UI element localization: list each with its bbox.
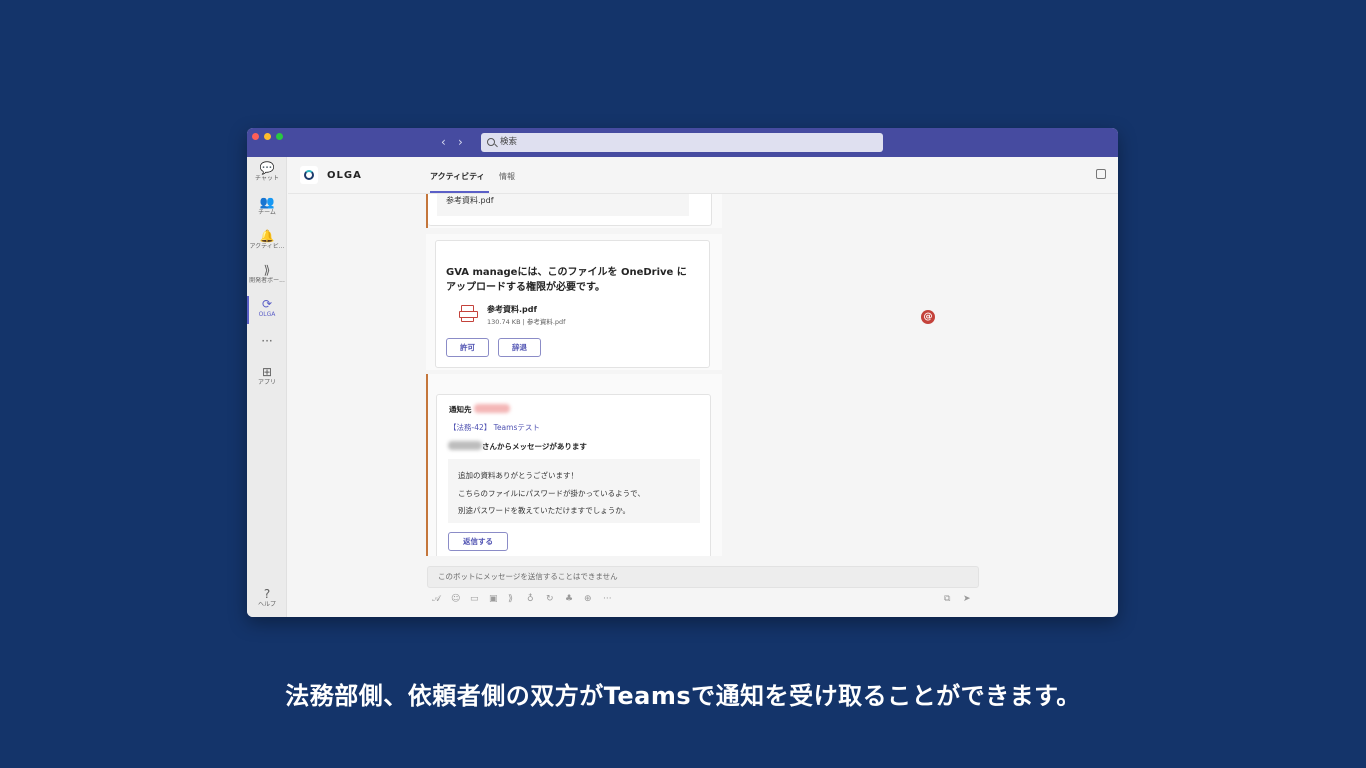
previous-file-attachment[interactable]: 参考資料.pdf [437,194,689,216]
notify-to-label: 通知先 [449,405,472,414]
permission-title-line1: GVA manageには、このファイルを OneDrive に [446,267,687,278]
more-options-icon[interactable]: ··· [603,594,612,604]
mention-badge: @ [921,310,935,324]
file-meta: 130.74 KB | 参考資料.pdf [487,318,566,326]
active-tab-indicator [430,191,489,193]
minimize-window-button[interactable] [264,133,271,140]
compose-box: このボットにメッセージを送信することはできません [427,566,979,588]
rail-item-label: 開発者ポー... [249,277,285,284]
close-window-button[interactable] [252,133,259,140]
app-name: OLGA [327,170,362,181]
pdf-file-icon [459,305,478,322]
quote-line: こちらのファイルにパスワードが掛かっているようで、 [458,488,645,498]
rail-item-apps[interactable]: ⊞ アプリ [247,366,287,387]
rail-item-label: ヘルプ [257,601,276,608]
rail-item-teams[interactable]: 👥 チーム [247,196,287,217]
permission-title: GVA manageには、このファイルを OneDrive に アップロードする… [446,265,701,295]
rail-item-chat[interactable]: 💬 チャット [247,162,287,183]
emoji-icon[interactable]: ☺ [451,594,460,604]
compose-placeholder: このボットにメッセージを送信することはできません [438,572,618,581]
send-icon[interactable]: ➤ [963,594,971,604]
rail-item-olga[interactable]: ⟳ OLGA [247,296,287,324]
loop-icon[interactable]: ↻ [546,594,554,604]
rail-item-label: アクティビ... [249,243,285,250]
permission-title-line2: アップロードする権限が必要です。 [446,282,605,293]
decline-button[interactable]: 辞退 [498,338,541,357]
attach-icon[interactable]: ⟫ [508,594,513,604]
quoted-message: 追加の資料ありがとうございます！ こちらのファイルにパスワードが掛かっているよう… [448,459,700,523]
chat-icon: 💬 [259,161,275,175]
sticker-icon[interactable]: ▣ [489,594,498,604]
apps-toolbar-icon[interactable]: ⊕ [584,594,592,604]
developer-portal-icon: ⟫ [263,263,271,277]
allow-button[interactable]: 許可 [446,338,489,357]
gif-icon[interactable]: ▭ [470,594,479,604]
schedule-icon[interactable]: ♣ [565,594,573,604]
praise-icon[interactable]: ♁ [527,594,534,604]
case-link[interactable]: 【法務-42】 Teamsテスト [449,422,540,433]
format-icon[interactable]: 𝒜 [432,594,441,604]
title-bar: ‹ › 検索 [247,128,1118,157]
help-icon: ? [263,587,271,601]
forward-arrow-icon[interactable]: › [458,135,463,149]
app-header: OLGA アクティビティ 情報 [288,157,1118,194]
apps-icon: ⊞ [261,365,273,379]
quote-line: 追加の資料ありがとうございます！ [458,471,578,480]
rail-item-activity[interactable]: 🔔 アクティビ... [247,230,287,251]
redacted-sender [448,441,482,450]
app-rail: 💬 チャット 👥 チーム 🔔 アクティビ... ⟫ 開発者ポー... ⟳ OLG… [247,157,287,617]
zoom-window-button[interactable] [276,133,283,140]
permission-message: GVA manageには、このファイルを OneDrive に アップロードする… [426,234,722,370]
olga-logo-icon [300,166,318,184]
rail-item-developer-portal[interactable]: ⟫ 開発者ポー... [247,264,287,285]
search-icon [487,138,495,146]
tab-activity[interactable]: アクティビティ [430,171,485,182]
file-name[interactable]: 参考資料.pdf [487,304,537,315]
search-input[interactable]: 検索 [481,133,883,152]
back-arrow-icon[interactable]: ‹ [441,135,446,149]
redacted-recipient [474,404,510,413]
previous-file-name: 参考資料.pdf [446,196,494,205]
rail-item-label: チャット [255,175,279,182]
caption-text: 法務部側、依頼者側の双方がTeamsで通知を受け取ることができます。 [285,682,1081,710]
bell-icon: 🔔 [259,229,275,243]
rail-item-help[interactable]: ? ヘルプ [247,588,287,609]
rail-item-label: アプリ [257,379,276,386]
rail-item-label: OLGA [258,311,276,318]
more-icon: ··· [261,334,273,348]
reply-button[interactable]: 返信する [448,532,508,551]
rail-item-more[interactable]: ··· [247,335,287,348]
previous-message: 参考資料.pdf [426,194,722,228]
popout-icon[interactable] [1096,169,1106,179]
tab-info[interactable]: 情報 [499,171,515,182]
teams-window: ‹ › 検索 💬 チャット 👥 チーム 🔔 アクティビ... ⟫ 開発者ポー..… [247,128,1118,617]
olga-app-icon: ⟳ [261,297,273,311]
rail-item-label: チーム [258,209,276,216]
teams-icon: 👥 [259,195,275,209]
activity-feed: 参考資料.pdf GVA manageには、このファイルを OneDrive に… [288,194,1118,556]
quote-line: 別途パスワードを教えていただけますでしょうか。 [458,506,631,515]
notification-message: 通知先 【法務-42】 Teamsテスト さんからメッセージがあります 追加の資… [426,374,722,556]
sender-message-line: さんからメッセージがあります [482,442,587,451]
copilot-icon[interactable]: ⧉ [944,594,950,604]
search-placeholder: 検索 [500,137,518,147]
